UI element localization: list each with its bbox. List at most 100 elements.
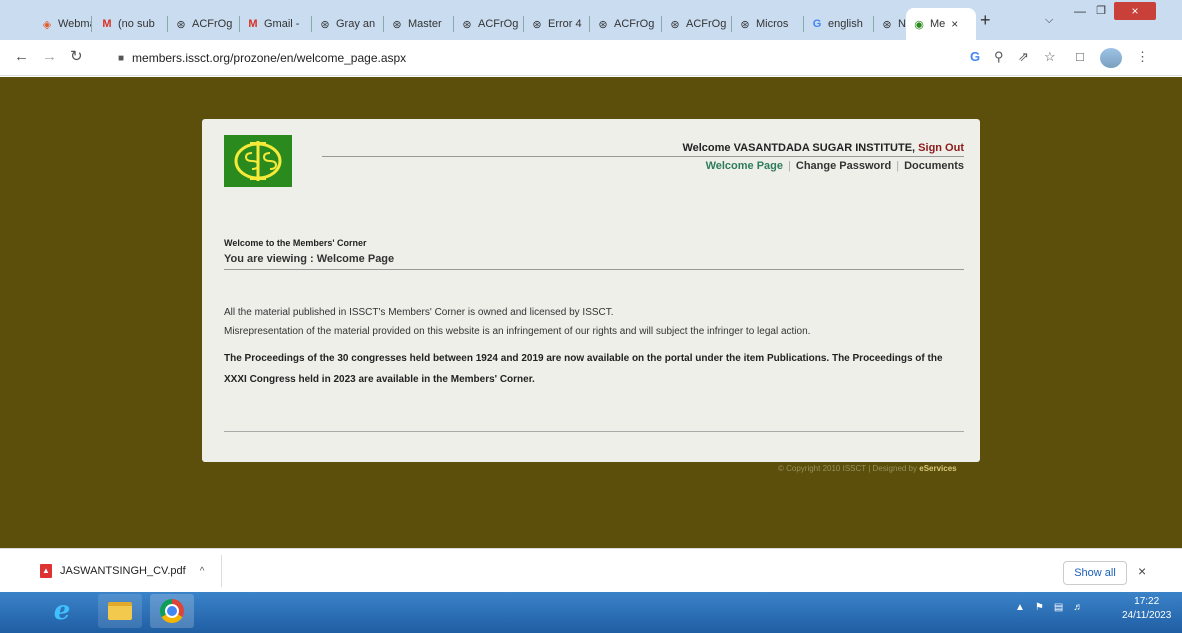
copyright-text: © Copyright 2010 ISSCT | Designed by <box>778 464 918 473</box>
tab-label: ACFrOg <box>614 18 655 30</box>
tab-label: Error 4 <box>548 18 582 30</box>
windows-taskbar: e ▲ ⚑ ▤ ♬ 17:22 24/11/2023 <box>0 592 1182 633</box>
designer-link[interactable]: eServices <box>919 464 956 473</box>
file-explorer-button[interactable] <box>98 594 142 628</box>
close-tab-icon[interactable]: × <box>951 17 958 31</box>
profile-avatar[interactable] <box>1100 48 1122 68</box>
tab-label: ACFrOg <box>192 18 233 30</box>
window-close-icon[interactable]: × <box>1114 2 1156 20</box>
globe-icon: ⊛ <box>176 18 186 31</box>
tab-acfrog-1[interactable]: ⊛ ACFrOg <box>168 8 240 40</box>
flag-icon[interactable]: ⚑ <box>1035 602 1044 613</box>
member-nav: Welcome Page | Change Password | Documents <box>706 160 964 172</box>
lock-icon[interactable]: ■ <box>118 53 124 64</box>
downloads-bar: JASWANTSINGH_CV.pdf ^ ▲ Show all × <box>0 548 1182 592</box>
forward-icon[interactable]: → <box>42 49 57 65</box>
download-filename: JASWANTSINGH_CV.pdf <box>60 565 186 577</box>
tab-search-icon[interactable]: ⌵ <box>1045 14 1053 27</box>
viewing-label: You are viewing : Welcome Page <box>224 253 395 265</box>
chrome-icon: ⊛ <box>882 18 892 31</box>
tab-label: ACFrOg <box>686 18 727 30</box>
logo-emblem <box>234 141 282 181</box>
nav-welcome-page[interactable]: Welcome Page <box>706 160 783 172</box>
proceedings-notice: The Proceedings of the 30 congresses hel… <box>224 353 943 385</box>
nav-change-password[interactable]: Change Password <box>796 160 891 172</box>
url-text: members.issct.org/prozone/en/welcome_pag… <box>132 51 407 65</box>
tab-label: english <box>828 18 863 30</box>
download-item[interactable]: JASWANTSINGH_CV.pdf ^ <box>0 555 222 587</box>
tab-label: Micros <box>756 18 789 30</box>
minimize-icon[interactable]: — <box>1070 4 1090 18</box>
reload-icon[interactable]: ↻ <box>70 49 83 65</box>
tab-acfrog-3[interactable]: ⊛ ACFrOg <box>590 8 662 40</box>
system-tray: ▲ ⚑ ▤ ♬ <box>1015 602 1083 613</box>
content-panel: Welcome VASANTDADA SUGAR INSTITUTE, Sign… <box>202 119 980 462</box>
tab-microsoft[interactable]: ⊛ Micros <box>732 8 804 40</box>
tab-gmail[interactable]: M Gmail - <box>240 8 312 40</box>
bookmark-star-icon[interactable]: ☆ <box>1044 50 1056 64</box>
tab-acfrog-4[interactable]: ⊛ ACFrOg <box>662 8 732 40</box>
chevron-up-icon[interactable]: ^ <box>200 566 205 577</box>
clock-time: 17:22 <box>1134 596 1160 607</box>
globe-icon: ⊛ <box>462 18 472 31</box>
address-bar[interactable]: ■ members.issct.org/prozone/en/welcome_p… <box>108 46 948 70</box>
tab-label: ACFrOg <box>478 18 519 30</box>
misrepresentation-notice: Misrepresentation of the material provid… <box>224 326 811 337</box>
tab-webmail[interactable]: ◈ Webma <box>34 8 92 40</box>
globe-icon: ⊛ <box>320 18 330 31</box>
tab-master[interactable]: ⊛ Master <box>384 8 454 40</box>
section-divider <box>224 269 964 270</box>
side-panel-icon[interactable]: □ <box>1076 50 1084 64</box>
pdf-file-icon: ▲ <box>40 564 52 578</box>
nav-documents[interactable]: Documents <box>904 160 964 172</box>
show-all-button[interactable]: Show all <box>1063 561 1127 585</box>
tab-label: Gray an <box>336 18 376 30</box>
footer-divider <box>224 431 964 432</box>
network-icon[interactable]: ▤ <box>1054 602 1063 613</box>
members-corner-title: Welcome to the Members' Corner <box>224 238 367 248</box>
globe-icon: ⊛ <box>392 18 402 31</box>
menu-kebab-icon[interactable]: ⋮ <box>1136 50 1149 64</box>
restore-icon[interactable]: ❐ <box>1091 4 1111 18</box>
tab-error[interactable]: ⊛ Error 4 <box>524 8 590 40</box>
browser-toolbar: ← → ↻ ■ members.issct.org/prozone/en/wel… <box>0 40 1182 76</box>
volume-muted-icon[interactable]: ♬ <box>1073 602 1083 613</box>
issct-logo[interactable] <box>224 135 292 187</box>
copyright-footer: © Copyright 2010 ISSCT | Designed by eSe… <box>778 464 957 473</box>
tab-label: (no sub <box>118 18 155 30</box>
tab-members-active[interactable]: ◉ Me × <box>906 8 976 40</box>
tab-english[interactable]: G english <box>804 8 874 40</box>
back-icon[interactable]: ← <box>14 49 29 65</box>
taskbar-clock[interactable]: 17:22 24/11/2023 <box>1122 595 1171 623</box>
internet-explorer-button[interactable]: e <box>40 594 84 628</box>
folder-icon <box>108 602 132 620</box>
tray-expand-icon[interactable]: ▲ <box>1015 602 1025 613</box>
globe-icon: ⊛ <box>532 18 542 31</box>
tab-label: Gmail - <box>264 18 300 30</box>
close-downloads-icon[interactable]: × <box>1138 563 1146 579</box>
tab-no-subject[interactable]: M (no sub <box>94 8 168 40</box>
tab-acfrog-2[interactable]: ⊛ ACFrOg <box>454 8 524 40</box>
globe-icon: ⊛ <box>670 18 680 31</box>
nav-separator: | <box>788 160 791 172</box>
google-translate-icon[interactable]: G <box>970 50 980 64</box>
ownership-notice: All the material published in ISSCT's Me… <box>224 307 614 318</box>
nav-separator: | <box>896 160 900 172</box>
chrome-taskbar-button[interactable] <box>150 594 194 628</box>
tab-gray[interactable]: ⊛ Gray an <box>312 8 384 40</box>
key-icon[interactable]: ⚲ <box>994 50 1004 64</box>
new-tab-button[interactable]: + <box>980 11 991 29</box>
globe-icon: ⊛ <box>740 18 750 31</box>
site-icon: ◉ <box>914 18 924 31</box>
header-divider <box>322 156 964 157</box>
gmail-icon: M <box>102 18 112 30</box>
sign-out-link[interactable]: Sign Out <box>918 142 964 154</box>
gmail-icon: M <box>248 18 258 30</box>
clock-date: 24/11/2023 <box>1122 610 1172 621</box>
tab-label: Me <box>930 18 946 30</box>
google-icon: G <box>812 18 822 30</box>
share-icon[interactable]: ⇗ <box>1018 50 1029 64</box>
page-viewport: Welcome VASANTDADA SUGAR INSTITUTE, Sign… <box>0 77 1182 548</box>
globe-icon: ⊛ <box>598 18 608 31</box>
welcome-user-text: Welcome VASANTDADA SUGAR INSTITUTE, Sign… <box>682 142 964 154</box>
